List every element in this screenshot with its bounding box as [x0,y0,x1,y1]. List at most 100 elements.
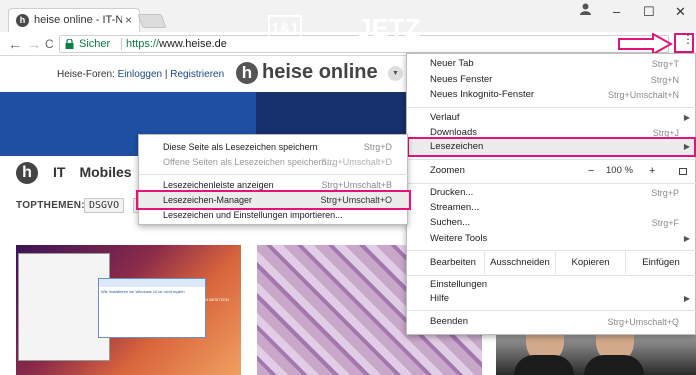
forum-separator: | [164,69,168,80]
menu-shortcut: Strg+F [651,218,679,228]
article-thumbnail-settings [18,253,110,361]
back-button[interactable]: ← [8,36,22,52]
menu-item-new-window[interactable]: Neues Fenster Strg+N [407,72,696,88]
menu-label: Streamen... [430,202,480,213]
menu-label: Offene Seiten als Lesezeichen speichern.… [163,157,334,167]
menu-shortcut: Strg+D [363,142,392,152]
menu-label: Weitere Tools [430,233,488,244]
menu-divider [407,183,696,184]
tab-close-icon[interactable]: × [125,13,132,27]
menu-label: Diese Seite als Lesezeichen speichern [163,142,318,152]
address-separator [121,38,122,50]
menu-label: Neues Inkognito-Fenster [430,89,535,100]
dialog-text: Wie installieren wir Windows 10 ist nich… [101,289,185,294]
menu-shortcut: Strg+Umschalt+Q [607,317,679,327]
menu-label: Verlauf [430,112,460,123]
person-suit [514,355,574,375]
logo-dropdown-icon[interactable]: ▼ [388,66,403,81]
heise-logo-icon[interactable]: h [236,62,258,84]
edit-label: Bearbeiten [430,257,476,268]
forum-label: Heise-Foren: [57,69,115,80]
menu-item-history[interactable]: Verlauf ▶ [407,110,696,126]
fullscreen-icon[interactable] [679,168,687,175]
chrome-menu-button[interactable]: ⋮ [674,33,694,53]
menu-item-print[interactable]: Drucken... Strg+P [407,185,696,201]
pointer-arrow-icon [618,33,673,55]
maximize-button[interactable]: ☐ [643,4,655,20]
menu-label: Beenden [430,316,469,327]
submenu-item-import[interactable]: Lesezeichen und Einstellungen importiere… [139,207,408,223]
menu-divider [407,250,696,251]
menu-item-incognito[interactable]: Neues Inkognito-Fenster Strg+Umschalt+N [407,87,696,103]
menu-label: Neues Fenster [430,74,493,85]
submenu-item-bookmark-page[interactable]: Diese Seite als Lesezeichen speichern St… [139,139,408,155]
menu-shortcut: Strg+T [651,59,679,69]
menu-divider [407,275,696,276]
url-scheme: https:// [126,38,160,50]
menu-item-find[interactable]: Suchen... Strg+F [407,215,696,231]
menu-item-more-tools[interactable]: Weitere Tools ▶ [407,231,696,247]
person-suit [584,355,644,375]
paste-button[interactable]: Einfügen [625,252,696,274]
secure-label: Sicher [79,38,111,50]
title-bar: h heise online - IT-News, N × – ☐ ✕ [0,0,696,32]
menu-item-new-tab[interactable]: Neuer Tab Strg+T [407,56,696,72]
new-tab-button[interactable] [137,14,167,28]
menu-item-cast[interactable]: Streamen... [407,200,696,216]
register-link[interactable]: Registrieren [170,69,224,80]
cut-button[interactable]: Ausschneiden [484,252,555,274]
lock-icon [65,39,74,49]
url-host: www.heise.de [159,38,227,50]
forum-links: Heise-Foren: Einloggen | Registrieren [57,69,224,80]
submenu-arrow-icon: ▶ [683,113,690,122]
nav-item-it[interactable]: IT [53,164,65,180]
menu-divider [407,107,696,108]
reload-button[interactable]: C [45,37,54,51]
menu-divider [407,159,696,160]
menu-divider [139,174,408,175]
menu-item-exit[interactable]: Beenden Strg+Umschalt+Q [407,314,696,330]
menu-item-help[interactable]: Hilfe ▶ [407,291,696,307]
submenu-arrow-icon: ▶ [683,234,690,243]
zoom-out-button[interactable]: − [588,163,594,179]
edit-row: Bearbeiten Ausschneiden Kopieren Einfüge… [407,252,696,274]
forward-button[interactable]: → [27,36,41,52]
article-card-windows[interactable]: Wie installieren wir Windows 10 ist nich… [16,245,241,375]
menu-label: Lesezeichen und Einstellungen importiere… [163,210,343,220]
submenu-item-bookmark-open-pages[interactable]: Offene Seiten als Lesezeichen speichern.… [139,154,408,170]
close-window-button[interactable]: ✕ [675,4,686,20]
tab-title: heise online - IT-News, N [34,14,122,26]
menu-label: Hilfe [430,293,450,304]
article-thumbnail-dialog: Wie installieren wir Windows 10 ist nich… [98,278,206,338]
menu-label: Drucken... [430,187,474,198]
browser-tab[interactable]: h heise online - IT-News, N × [8,8,140,32]
submenu-arrow-icon: ▶ [683,294,690,303]
card-badge: ELEKTRONEN BESITZEN [181,297,229,302]
topic-tag-dsgvo[interactable]: DSGVO [84,198,125,213]
banner-text: JETZ [357,13,421,43]
minimize-button[interactable]: – [613,4,620,19]
zoom-in-button[interactable]: + [649,163,655,179]
nav-item-mobiles[interactable]: Mobiles [79,164,131,180]
login-link[interactable]: Einloggen [118,69,162,80]
menu-label: Neuer Tab [430,58,474,69]
menu-label: Suchen... [430,217,471,228]
menu-shortcut: Strg+N [650,75,679,85]
topthemen-label: TOPTHEMEN: [16,200,85,211]
copy-button[interactable]: Kopieren [555,252,625,274]
menu-item-zoom: Zoomen − 100 % + [407,163,696,179]
menu-dots-icon: ⋮ [682,32,694,46]
heise-logo-text[interactable]: heise online [262,61,378,84]
bookmarks-highlight-frame [407,137,696,157]
url-text[interactable]: https://www.heise.de [126,38,227,50]
heise-favicon-icon: h [16,14,29,27]
zoom-value: 100 % [606,165,633,176]
it-section-logo-icon[interactable]: h [16,162,38,184]
profile-icon[interactable] [579,2,592,15]
chrome-main-menu: Neuer Tab Strg+T Neues Fenster Strg+N Ne… [406,53,696,335]
menu-shortcut: Strg+Umschalt+D [320,157,392,167]
menu-shortcut: Strg+P [651,188,679,198]
banner-brand-logo: 1&1 [268,15,302,43]
menu-shortcut: Strg+Umschalt+N [607,90,679,100]
menu-label: Zoomen [430,165,465,176]
